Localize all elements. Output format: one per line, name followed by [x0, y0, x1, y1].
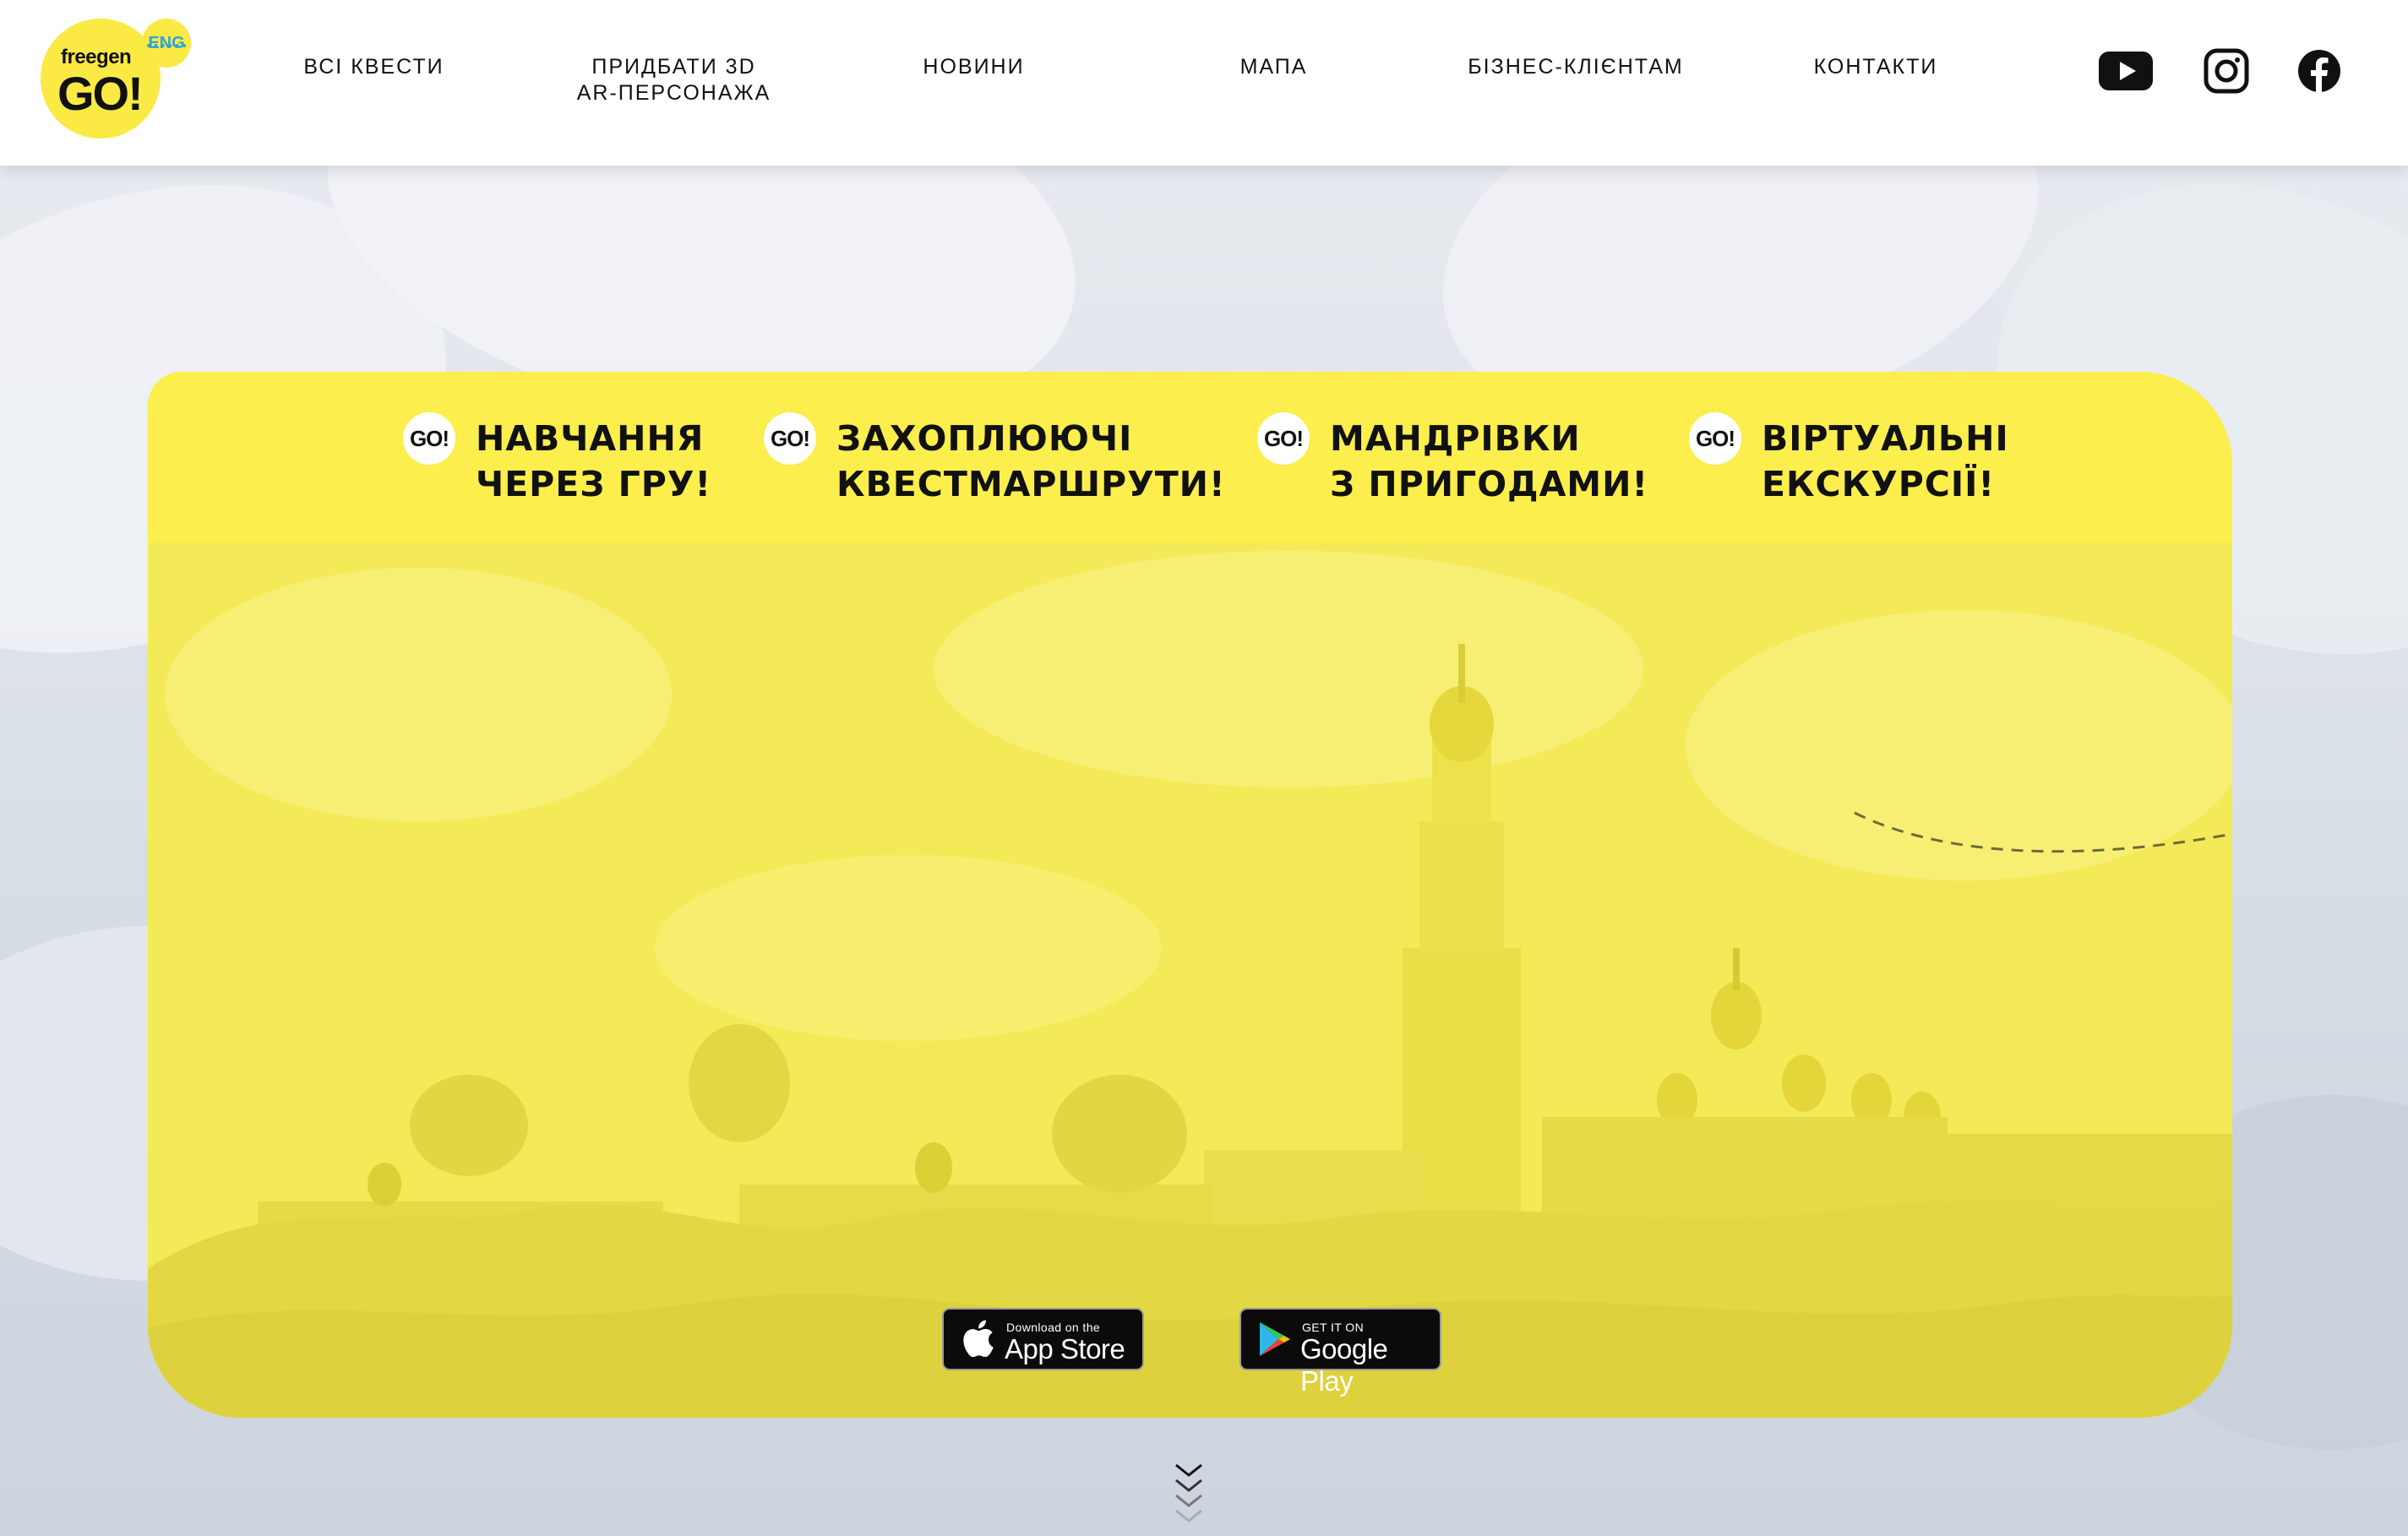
youtube-icon[interactable]: [2097, 48, 2155, 94]
facebook-icon[interactable]: [2296, 48, 2342, 94]
feature-learning: GO! НАВЧАННЯ ЧЕРЕЗ ГРУ!: [403, 412, 712, 507]
nav-map[interactable]: МАПА: [1229, 54, 1318, 80]
apple-icon: [963, 1320, 994, 1357]
app-store-button[interactable]: Download on the App Store: [942, 1308, 1144, 1370]
feature-text: ВІРТУАЛЬНІ ЕКСКУРСІЇ!: [1762, 418, 2009, 504]
google-play-small-text: GET IT ON: [1302, 1321, 1365, 1334]
go-badge-icon: GO!: [403, 412, 455, 465]
go-badge-icon: GO!: [1689, 412, 1741, 465]
feature-quest-routes: GO! ЗАХОПЛЮЮЧІ КВЕСТМАРШРУТИ!: [764, 412, 1226, 507]
nav-buy-3d-ar-character[interactable]: ПРИДБАТИ 3D AR-ПЕРСОНАЖА: [558, 54, 790, 106]
nav-business-clients[interactable]: БІЗНЕС-КЛІЄНТАМ: [1466, 54, 1686, 80]
feature-text: ЗАХОПЛЮЮЧІ КВЕСТМАРШРУТИ!: [836, 418, 1226, 504]
feature-text: НАВЧАННЯ ЧЕРЕЗ ГРУ!: [476, 418, 712, 504]
go-badge-icon: GO!: [1257, 412, 1310, 465]
language-switch[interactable]: ENG: [142, 19, 191, 68]
nav-news[interactable]: НОВИНИ: [913, 54, 1035, 80]
city-background-image: [148, 542, 2232, 1418]
scroll-down-chevrons-icon[interactable]: [1174, 1462, 1204, 1536]
feature-virtual-tours: GO! ВІРТУАЛЬНІ ЕКСКУРСІЇ!: [1689, 412, 2009, 507]
nav-contacts[interactable]: КОНТАКТИ: [1808, 54, 1943, 80]
logo-wordmark-big: GO!: [57, 67, 144, 120]
app-store-small-text: Download on the: [1006, 1321, 1101, 1334]
hero-card: GO! НАВЧАННЯ ЧЕРЕЗ ГРУ! GO! ЗАХОПЛЮЮЧІ К…: [148, 372, 2232, 1418]
google-play-button[interactable]: GET IT ON Google Play: [1239, 1308, 1441, 1397]
features-strip: GO! НАВЧАННЯ ЧЕРЕЗ ГРУ! GO! ЗАХОПЛЮЮЧІ К…: [148, 372, 2232, 542]
feature-text: МАНДРІВКИ З ПРИГОДАМИ!: [1330, 418, 1649, 504]
go-badge-icon: GO!: [764, 412, 816, 465]
feature-adventures: GO! МАНДРІВКИ З ПРИГОДАМИ!: [1257, 412, 1649, 507]
language-dots: [147, 44, 186, 51]
google-play-label: Google Play: [1300, 1333, 1388, 1397]
header: freegen GO! ENG ВСІ КВЕСТИ ПРИДБАТИ 3D A…: [0, 0, 2408, 166]
app-store-label: App Store: [1005, 1333, 1125, 1364]
google-play-icon: [1260, 1322, 1290, 1356]
nav-all-quests[interactable]: ВСІ КВЕСТИ: [287, 54, 460, 80]
instagram-icon[interactable]: [2204, 48, 2249, 94]
